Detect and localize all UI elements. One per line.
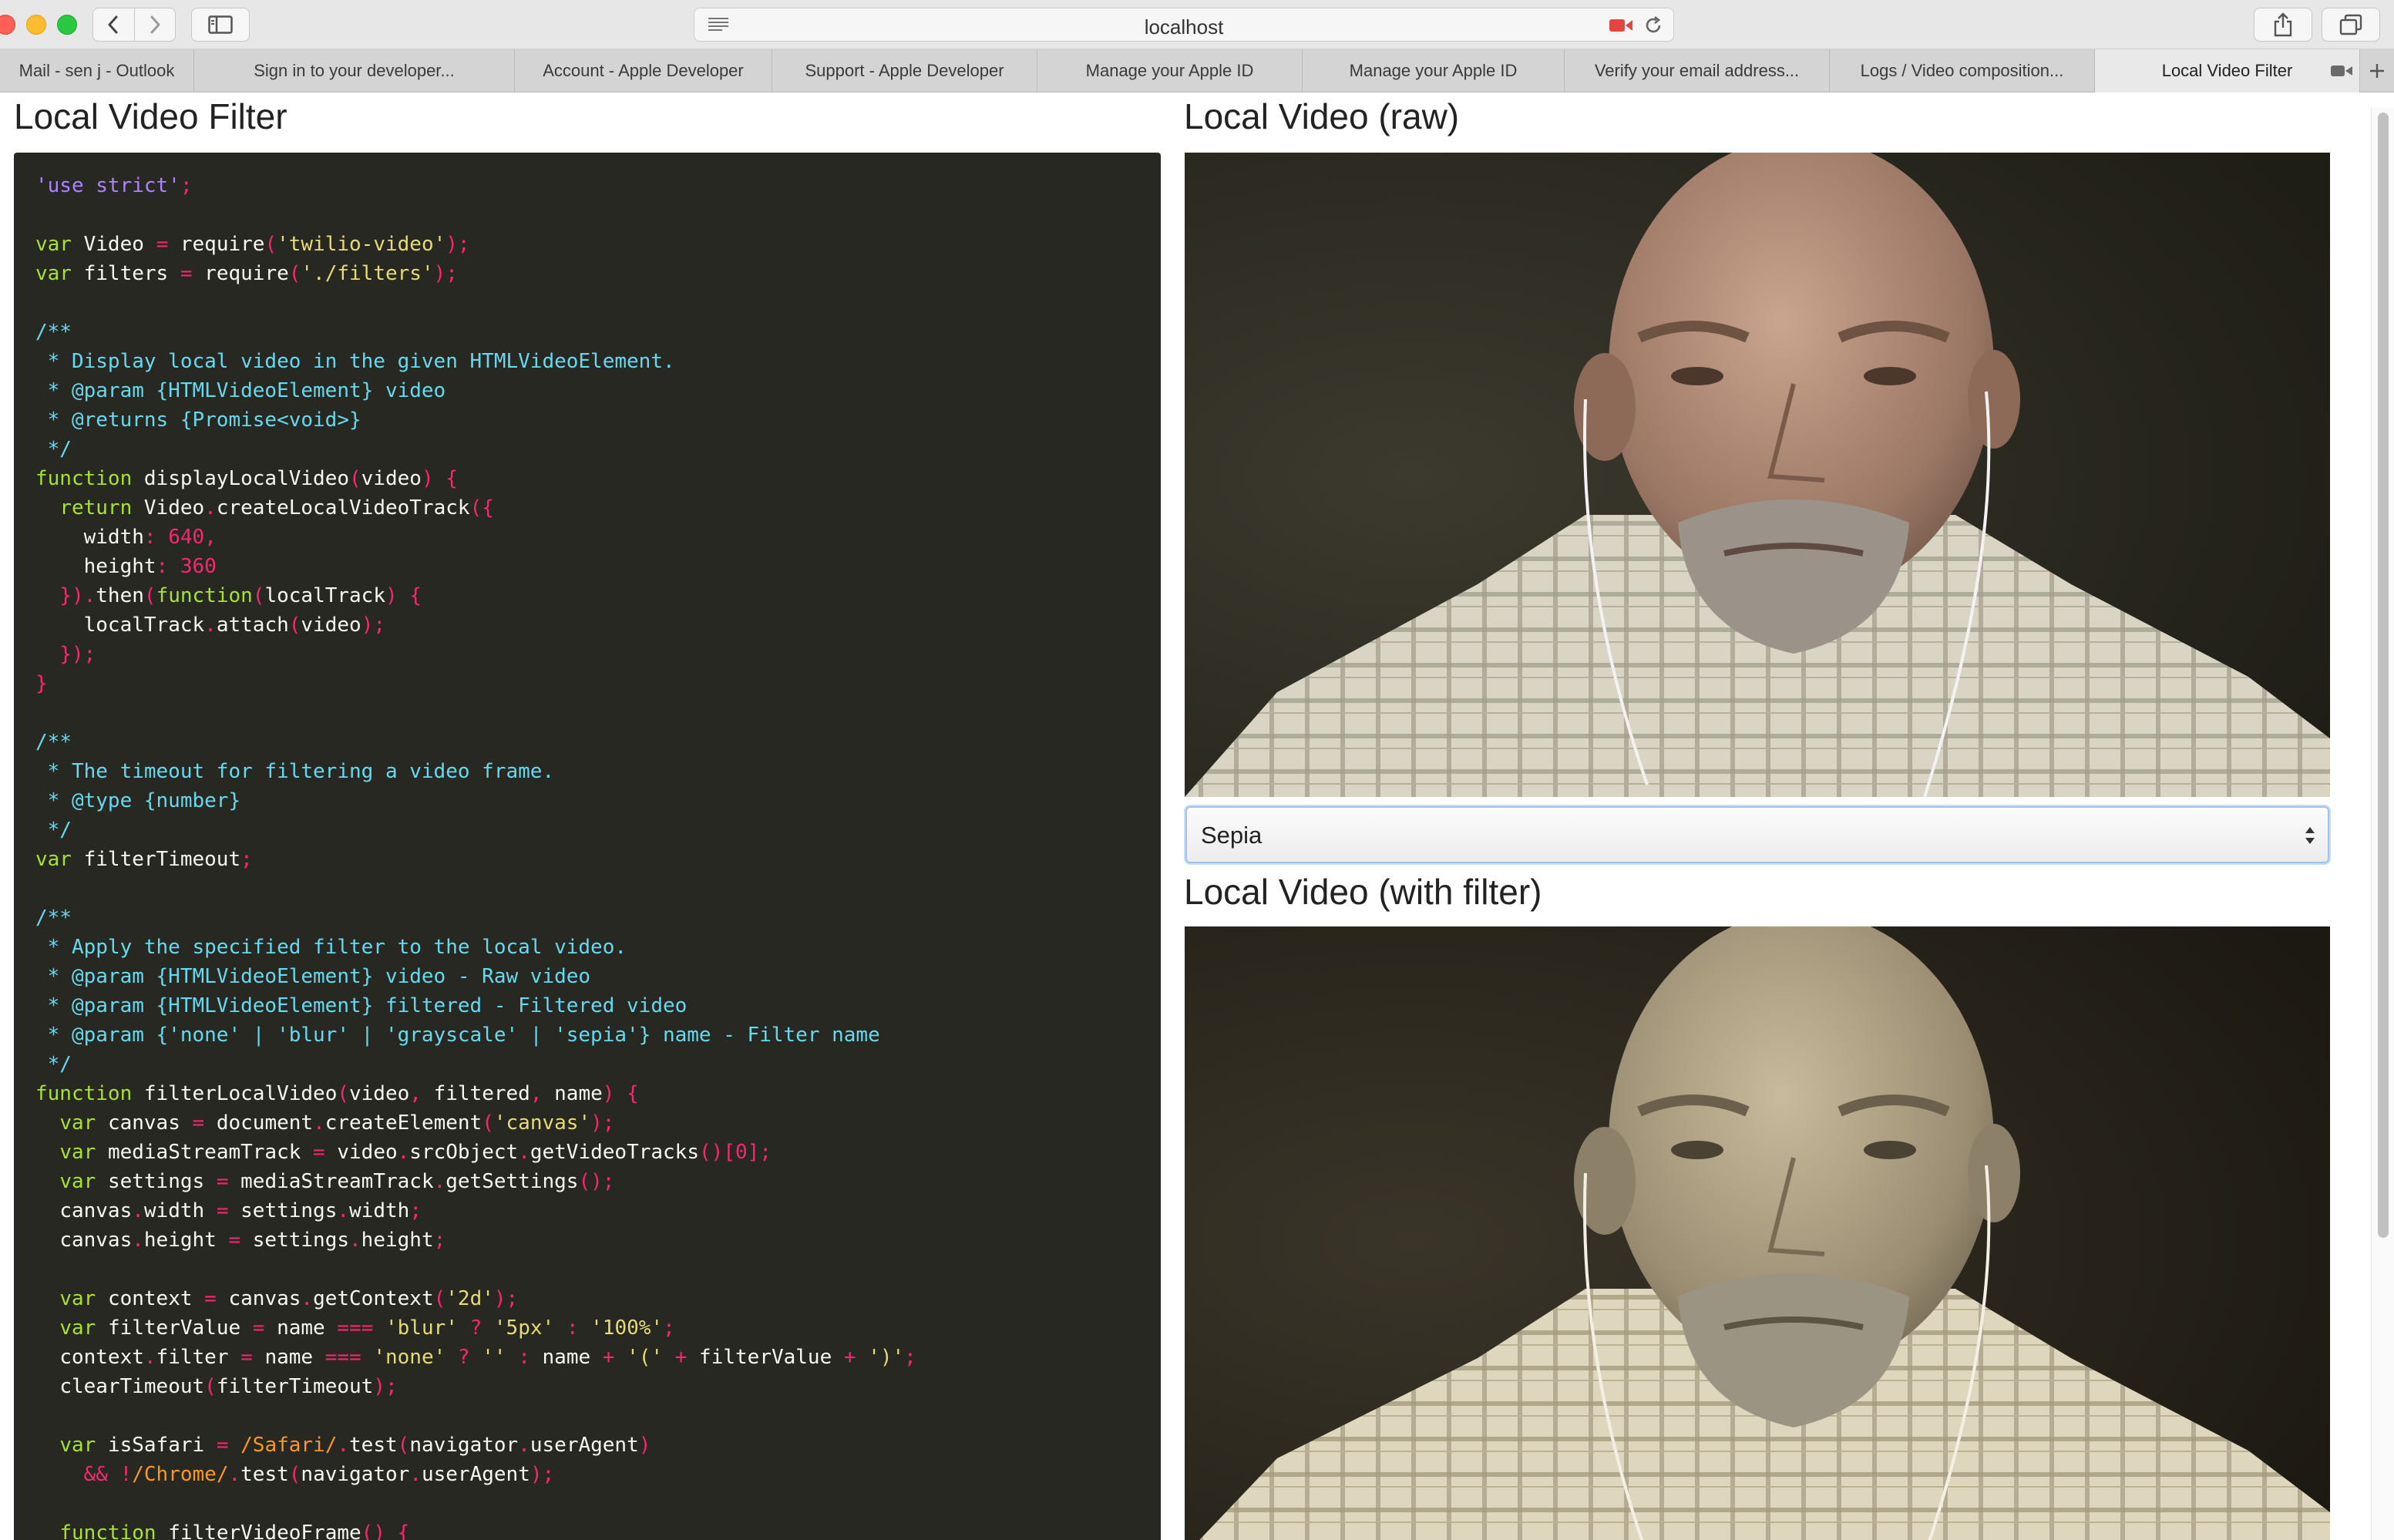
raw-video <box>1185 153 2330 797</box>
sidebar-toggle-button[interactable] <box>191 8 250 42</box>
tab-label: Support - Apple Developer <box>805 61 1004 80</box>
tab-logs-video-composition[interactable]: Logs / Video composition... <box>1830 49 2095 92</box>
share-button[interactable] <box>2254 8 2312 42</box>
back-icon <box>108 15 118 34</box>
maximize-window-button[interactable] <box>57 15 77 35</box>
new-tab-button[interactable] <box>2360 49 2394 92</box>
page-title: Local Video Filter <box>14 96 287 136</box>
tab-label: Account - Apple Developer <box>543 61 744 80</box>
filtered-video <box>1185 926 2330 1540</box>
close-window-button[interactable] <box>0 15 15 35</box>
share-icon <box>2274 12 2292 37</box>
minimize-window-button[interactable] <box>26 15 46 35</box>
tab-manage-apple-id[interactable]: Manage your Apple ID <box>1037 49 1303 92</box>
tab-label: Manage your Apple ID <box>1085 61 1254 80</box>
tab-account-apple-developer[interactable]: Account - Apple Developer <box>515 49 772 92</box>
tab-verify-email[interactable]: Verify your email address... <box>1565 49 1830 92</box>
tab-label: Verify your email address... <box>1594 61 1800 80</box>
reload-icon[interactable] <box>1643 15 1664 36</box>
code-text: 'use strict'; var Video = require('twili… <box>35 174 916 1540</box>
browser-toolbar: localhost <box>0 0 2394 49</box>
forward-button[interactable] <box>133 8 176 41</box>
code-block: 'use strict'; var Video = require('twili… <box>14 153 1161 1540</box>
filter-select[interactable]: Sepia <box>1185 806 2329 863</box>
tabs-overview-button[interactable] <box>2322 8 2380 42</box>
filtered-video-heading: Local Video (with filter) <box>1184 872 1542 912</box>
tab-label: Sign in to your developer... <box>254 61 455 80</box>
tab-label: Manage your Apple ID <box>1349 61 1518 80</box>
webcam-frame-sepia <box>1185 926 2330 1540</box>
raw-video-heading: Local Video (raw) <box>1184 96 1460 136</box>
tab-label: Mail - sen j - Outlook <box>18 61 175 80</box>
tab-bar: Mail - sen j - Outlook Sign in to your d… <box>0 49 2394 92</box>
navigation-buttons <box>92 8 176 42</box>
tab-support-apple-developer[interactable]: Support - Apple Developer <box>772 49 1037 92</box>
tabs-overview-icon <box>2339 14 2362 35</box>
tab-label: Logs / Video composition... <box>1860 61 2064 80</box>
sidebar-icon <box>208 15 233 34</box>
tab-manage-apple-id-2[interactable]: Manage your Apple ID <box>1303 49 1565 92</box>
select-arrows-icon <box>2305 827 2315 844</box>
forward-icon <box>150 15 160 34</box>
tab-local-video-filter[interactable]: Local Video Filter <box>2095 49 2360 92</box>
url-text: localhost <box>1144 15 1224 39</box>
filter-select-value: Sepia <box>1201 822 1263 849</box>
tab-mail-outlook[interactable]: Mail - sen j - Outlook <box>0 49 194 92</box>
page-content: Local Video Filter Local Video (raw) Loc… <box>0 92 2394 1540</box>
address-bar[interactable]: localhost <box>694 8 1674 42</box>
tab-developer-sign-in[interactable]: Sign in to your developer... <box>194 49 515 92</box>
scrollbar-thumb[interactable] <box>2378 113 2389 1238</box>
back-button[interactable] <box>93 8 134 41</box>
page-scrollbar[interactable] <box>2371 108 2394 1540</box>
camera-recording-icon[interactable] <box>1609 18 1633 33</box>
tab-label: Local Video Filter <box>2161 61 2293 80</box>
camera-in-use-icon <box>2331 66 2352 76</box>
new-tab-icon <box>2370 64 2384 78</box>
webcam-frame-raw <box>1185 153 2330 797</box>
